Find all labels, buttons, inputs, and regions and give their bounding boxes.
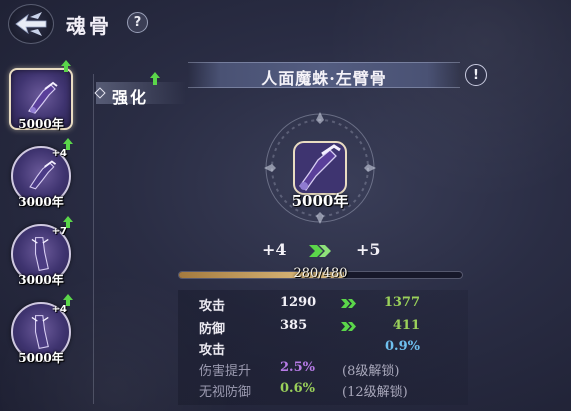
upgrade-arrow-icon — [150, 72, 160, 85]
bone-year: 3000年 — [18, 195, 64, 209]
upgrade-arrow-icon — [61, 60, 71, 72]
locked-stat-value: 2.5% — [280, 360, 315, 375]
stat-current: 1290 — [280, 295, 317, 310]
locked-stat-unlock: (8级解锁) — [342, 364, 400, 379]
locked-stat-name: 伤害提升 — [199, 364, 252, 379]
double-chevron-right-icon — [309, 245, 331, 257]
locked-stat-unlock: (12级解锁) — [342, 385, 408, 400]
stat-name: 防御 — [199, 322, 226, 337]
bone-slot-2[interactable]: +4 3000年 — [9, 138, 73, 224]
bone-year: 5000年 — [18, 351, 64, 365]
bone-slot-4[interactable]: +4 5000年 — [9, 294, 73, 380]
stat-row: 攻击 0.9% — [185, 337, 465, 358]
level-from: +4 — [262, 240, 287, 259]
locked-stat-row: 无视防御 0.6% (12级解锁) — [185, 379, 465, 400]
bone-slot-1[interactable]: 5000年 — [9, 60, 73, 146]
stat-row: 攻击 1290 1377 — [185, 293, 465, 314]
soul-bone-arm-icon — [29, 160, 57, 190]
locked-stat-name: 无视防御 — [199, 385, 252, 400]
locked-stat-row: 伤害提升 2.5% (8级解锁) — [185, 358, 465, 379]
bone-name: 人面魔蛛·左臂骨 — [261, 69, 387, 88]
stats-panel: 攻击 1290 1377 防御 385 411 攻击 0.9% 伤害提升 2.5… — [178, 290, 468, 405]
stat-next: 411 — [392, 318, 420, 333]
help-button[interactable]: ? — [127, 12, 148, 33]
soul-bone-leg-icon — [31, 315, 49, 350]
upgrade-arrow-icon — [63, 216, 73, 228]
stat-name: 攻击 — [199, 299, 226, 314]
sidebar-divider — [93, 74, 94, 404]
stat-next: 0.9% — [385, 339, 420, 354]
double-chevron-right-icon — [341, 299, 356, 308]
info-button[interactable]: ! — [465, 64, 487, 86]
header: 魂骨 ? — [0, 0, 571, 48]
bone-slot-3[interactable]: +7 3000年 — [9, 216, 73, 302]
upgrade-arrow-icon — [63, 138, 73, 150]
bone-year: 5000年 — [18, 117, 64, 131]
stat-row: 防御 385 411 — [185, 316, 465, 337]
locked-stat-value: 0.6% — [280, 381, 315, 396]
bone-year: 3000年 — [18, 273, 64, 287]
back-button[interactable] — [8, 4, 54, 44]
page-title: 魂骨 — [66, 14, 112, 38]
tab-label: 强化 — [112, 88, 149, 107]
bone-name-banner: 人面魔蛛·左臂骨 — [188, 62, 460, 88]
soul-bone-leg-icon — [31, 237, 49, 272]
upgrade-arrow-icon — [63, 294, 73, 306]
exp-progress-text: 280/480 — [293, 266, 348, 281]
stat-current: 385 — [280, 318, 308, 333]
double-chevron-right-icon — [341, 322, 356, 331]
stat-next: 1377 — [383, 295, 420, 310]
stat-name: 攻击 — [199, 343, 226, 358]
winged-back-icon — [15, 12, 47, 36]
tab-enhance[interactable]: 强化 — [94, 72, 192, 107]
bone-year-large: 5000年 — [291, 192, 349, 210]
level-to: +5 — [356, 240, 381, 259]
